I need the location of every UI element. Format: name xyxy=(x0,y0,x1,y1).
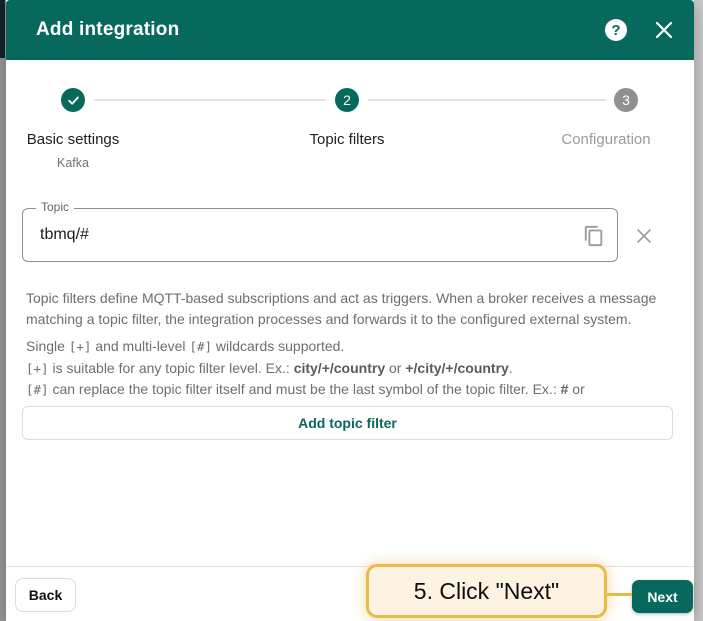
dialog-title: Add integration xyxy=(36,19,180,40)
annotation-text: 5. Click "Next" xyxy=(413,577,560,604)
wildcard-line-1: Single [+] and multi-level [#] wildcards… xyxy=(26,338,345,354)
topic-field: Topic tbmq/# xyxy=(22,200,618,262)
step-3-number: 3 xyxy=(622,92,630,108)
backdrop-right xyxy=(694,0,703,621)
annotation-connector xyxy=(607,593,632,596)
topic-input[interactable]: tbmq/# xyxy=(40,209,89,261)
clear-topic-icon[interactable] xyxy=(633,225,655,247)
step-1-label[interactable]: Basic settings xyxy=(6,131,140,148)
topic-filter-description: Topic filters define MQTT-based subscrip… xyxy=(26,290,657,327)
dialog-header: Add integration ? xyxy=(6,0,694,60)
step-2-label[interactable]: Topic filters xyxy=(247,131,447,148)
step-1-sublabel: Kafka xyxy=(57,156,89,170)
step-connector-1 xyxy=(94,99,326,101)
copy-icon[interactable] xyxy=(583,225,605,247)
help-icon[interactable]: ? xyxy=(605,19,627,41)
backdrop-dark-strip xyxy=(0,0,5,58)
add-topic-filter-button[interactable]: Add topic filter xyxy=(22,406,673,440)
step-1-circle[interactable] xyxy=(61,88,85,112)
back-button[interactable]: Back xyxy=(15,578,76,612)
wildcard-line-2: [+] is suitable for any topic filter lev… xyxy=(26,359,513,376)
step-connector-2 xyxy=(368,99,606,101)
close-icon[interactable] xyxy=(654,20,674,40)
annotation-callout: 5. Click "Next" xyxy=(366,564,607,618)
add-integration-dialog: Add integration ? 2 3 Basic settings Kaf… xyxy=(6,0,694,621)
check-icon xyxy=(67,94,80,107)
header-actions: ? xyxy=(605,19,674,41)
step-3-label[interactable]: Configuration xyxy=(526,131,694,148)
next-button[interactable]: Next xyxy=(632,580,693,613)
step-2-number: 2 xyxy=(343,92,351,108)
screen: Add integration ? 2 3 Basic settings Kaf… xyxy=(0,0,703,621)
step-2-circle[interactable]: 2 xyxy=(335,88,359,112)
step-3-circle[interactable]: 3 xyxy=(614,88,638,112)
